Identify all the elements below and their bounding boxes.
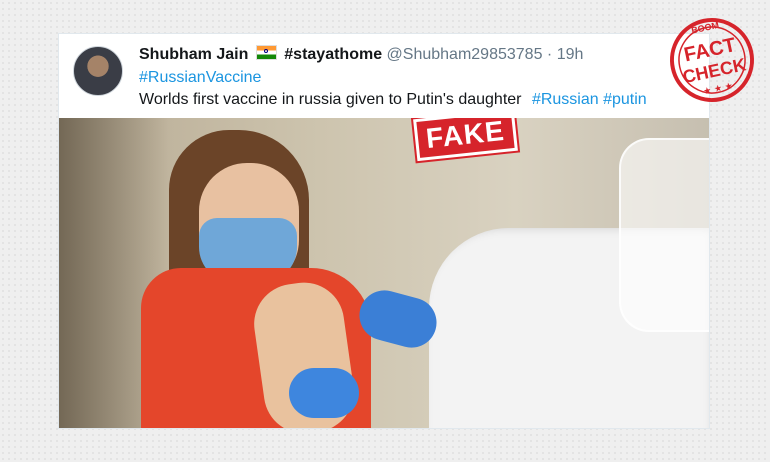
tweet-text: Worlds first vaccine in russia given to … [139, 89, 647, 111]
name-hashtag: #stayathome [284, 46, 383, 63]
tweet-body: Worlds first vaccine in russia given to … [139, 91, 522, 108]
tweet-card[interactable]: Shubham Jain #stayathome @Shubham2985378… [58, 33, 710, 429]
tweet-time[interactable]: 19h [557, 46, 584, 63]
fact-check-badge-icon: BOOM FACT CHECK ★ ★ ★ [670, 18, 754, 102]
image-blue-glove-left [289, 368, 359, 418]
separator-dot: · [546, 46, 553, 63]
tweet-header: Shubham Jain #stayathome @Shubham2985378… [139, 44, 699, 66]
user-name[interactable]: Shubham Jain [139, 46, 248, 63]
user-handle[interactable]: @Shubham29853785 [387, 46, 543, 63]
hashtag-russianvaccine[interactable]: #RussianVaccine [139, 67, 261, 89]
hashtags-russian-putin[interactable]: #Russian #putin [532, 91, 647, 108]
fake-stamp: FAKE [413, 118, 518, 162]
image-face-shield [619, 138, 709, 332]
user-avatar[interactable] [73, 46, 123, 96]
tweet-media-image[interactable]: FAKE [59, 118, 709, 428]
india-flag-icon [255, 45, 277, 60]
